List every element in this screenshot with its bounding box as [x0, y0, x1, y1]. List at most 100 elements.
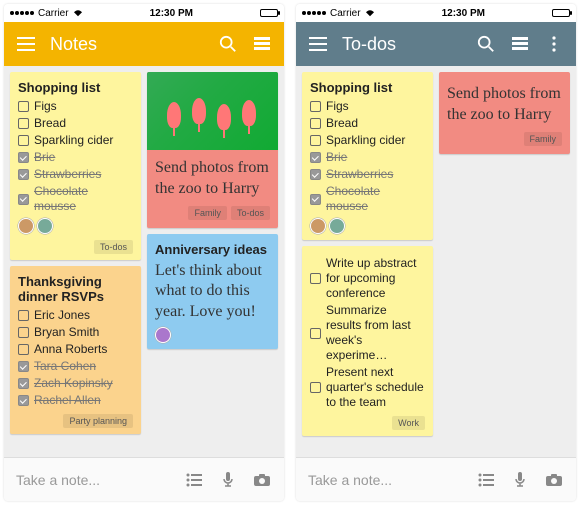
note-title: Thanksgiving dinner RSVPs — [18, 274, 133, 304]
checkbox-icon[interactable] — [18, 135, 29, 146]
checklist-item: Bread — [34, 116, 66, 131]
checkbox-checked-icon[interactable] — [310, 194, 321, 205]
search-icon[interactable] — [476, 34, 496, 54]
checklist-item: Rachel Allen — [34, 393, 101, 408]
note-shopping-list[interactable]: Shopping list Figs Bread Sparkling cider… — [10, 72, 141, 260]
checkbox-icon[interactable] — [18, 310, 29, 321]
battery-icon — [260, 9, 278, 17]
note-anniversary[interactable]: Anniversary ideas Let's think about what… — [147, 234, 278, 349]
list-icon[interactable] — [184, 470, 204, 490]
collaborator-avatars — [310, 218, 425, 234]
checklist-item: Strawberries — [34, 167, 101, 182]
battery-icon — [552, 9, 570, 17]
checkbox-icon[interactable] — [18, 101, 29, 112]
status-bar: Carrier 12:30 PM — [4, 4, 284, 22]
app-bar: To-dos — [296, 22, 576, 66]
menu-icon[interactable] — [16, 34, 36, 54]
checkbox-checked-icon[interactable] — [310, 169, 321, 180]
checkbox-icon[interactable] — [310, 273, 321, 284]
tag-label[interactable]: Party planning — [63, 414, 133, 428]
checklist-item: Zach Kopinsky — [34, 376, 113, 391]
carrier-label: Carrier — [330, 8, 361, 19]
collaborator-avatars — [18, 218, 133, 234]
note-work-tasks[interactable]: Write up abstract for upcoming conferenc… — [302, 246, 433, 436]
view-grid-icon[interactable] — [252, 34, 272, 54]
wifi-icon — [365, 9, 375, 17]
microphone-icon[interactable] — [218, 470, 238, 490]
bottom-bar: Take a note... — [4, 457, 284, 501]
note-title: Shopping list — [310, 80, 425, 95]
search-icon[interactable] — [218, 34, 238, 54]
tag-label[interactable]: Family — [524, 132, 563, 146]
microphone-icon[interactable] — [510, 470, 530, 490]
take-note-input[interactable]: Take a note... — [16, 472, 170, 488]
status-bar: Carrier 12:30 PM — [296, 4, 576, 22]
checkbox-icon[interactable] — [18, 327, 29, 338]
checklist-item: Strawberries — [326, 167, 393, 182]
note-title: Anniversary ideas — [155, 242, 270, 257]
tag-label[interactable]: Family — [188, 206, 227, 220]
avatar — [310, 218, 326, 234]
checklist-item: Brie — [326, 150, 347, 165]
checkbox-checked-icon[interactable] — [18, 361, 29, 372]
checklist-item: Sparkling cider — [326, 133, 405, 148]
checklist-item: Chocolate mousse — [34, 184, 133, 214]
checkbox-icon[interactable] — [310, 328, 321, 339]
note-zoo-photos[interactable]: Send photos from the zoo to Harry Family… — [147, 72, 278, 228]
flamingo-icon — [192, 98, 206, 124]
checklist-item: Figs — [326, 99, 349, 114]
checklist-item: Summarize results from last week's exper… — [326, 303, 425, 363]
tag-label[interactable]: To-dos — [94, 240, 133, 254]
checkbox-icon[interactable] — [310, 118, 321, 129]
view-grid-icon[interactable] — [510, 34, 530, 54]
checkbox-checked-icon[interactable] — [310, 152, 321, 163]
checklist-item: Eric Jones — [34, 308, 90, 323]
app-title: Notes — [50, 34, 204, 55]
avatar — [18, 218, 34, 234]
bottom-bar: Take a note... — [296, 457, 576, 501]
phone-left: Carrier 12:30 PM Notes Shopping list Fig… — [4, 4, 284, 501]
checkbox-icon[interactable] — [310, 382, 321, 393]
list-icon[interactable] — [476, 470, 496, 490]
take-note-input[interactable]: Take a note... — [308, 472, 462, 488]
carrier-label: Carrier — [38, 8, 69, 19]
checklist-item: Present next quarter's schedule to the t… — [326, 365, 425, 410]
checkbox-checked-icon[interactable] — [18, 169, 29, 180]
checklist-item: Chocolate mousse — [326, 184, 425, 214]
checkbox-icon[interactable] — [18, 344, 29, 355]
camera-icon[interactable] — [252, 470, 272, 490]
checklist-item: Brie — [34, 150, 55, 165]
checkbox-icon[interactable] — [310, 101, 321, 112]
checkbox-checked-icon[interactable] — [18, 378, 29, 389]
checkbox-icon[interactable] — [310, 135, 321, 146]
checklist-item: Bryan Smith — [34, 325, 99, 340]
note-image — [147, 72, 278, 150]
avatar — [37, 218, 53, 234]
signal-icon — [10, 11, 34, 15]
avatar — [155, 327, 171, 343]
note-title: Shopping list — [18, 80, 133, 95]
note-thanksgiving-rsvps[interactable]: Thanksgiving dinner RSVPs Eric Jones Bry… — [10, 266, 141, 434]
tag-label[interactable]: To-dos — [231, 206, 270, 220]
signal-icon — [302, 11, 326, 15]
note-shopping-list[interactable]: Shopping list Figs Bread Sparkling cider… — [302, 72, 433, 240]
phone-right: Carrier 12:30 PM To-dos Shopping list Fi… — [296, 4, 576, 501]
note-body: Let's think about what to do this year. … — [155, 261, 270, 323]
note-body: Send photos from the zoo to Harry — [447, 84, 562, 126]
checklist-item: Sparkling cider — [34, 133, 113, 148]
camera-icon[interactable] — [544, 470, 564, 490]
wifi-icon — [73, 9, 83, 17]
menu-icon[interactable] — [308, 34, 328, 54]
flamingo-icon — [167, 102, 181, 128]
tag-label[interactable]: Work — [392, 416, 425, 430]
flamingo-icon — [242, 100, 256, 126]
overflow-icon[interactable] — [544, 34, 564, 54]
checkbox-icon[interactable] — [18, 118, 29, 129]
checkbox-checked-icon[interactable] — [18, 152, 29, 163]
notes-grid: Shopping list Figs Bread Sparkling cider… — [4, 66, 284, 457]
checkbox-checked-icon[interactable] — [18, 395, 29, 406]
notes-grid: Shopping list Figs Bread Sparkling cider… — [296, 66, 576, 457]
checkbox-checked-icon[interactable] — [18, 194, 29, 205]
note-zoo-photos[interactable]: Send photos from the zoo to Harry Family — [439, 72, 570, 154]
checklist-item: Anna Roberts — [34, 342, 107, 357]
